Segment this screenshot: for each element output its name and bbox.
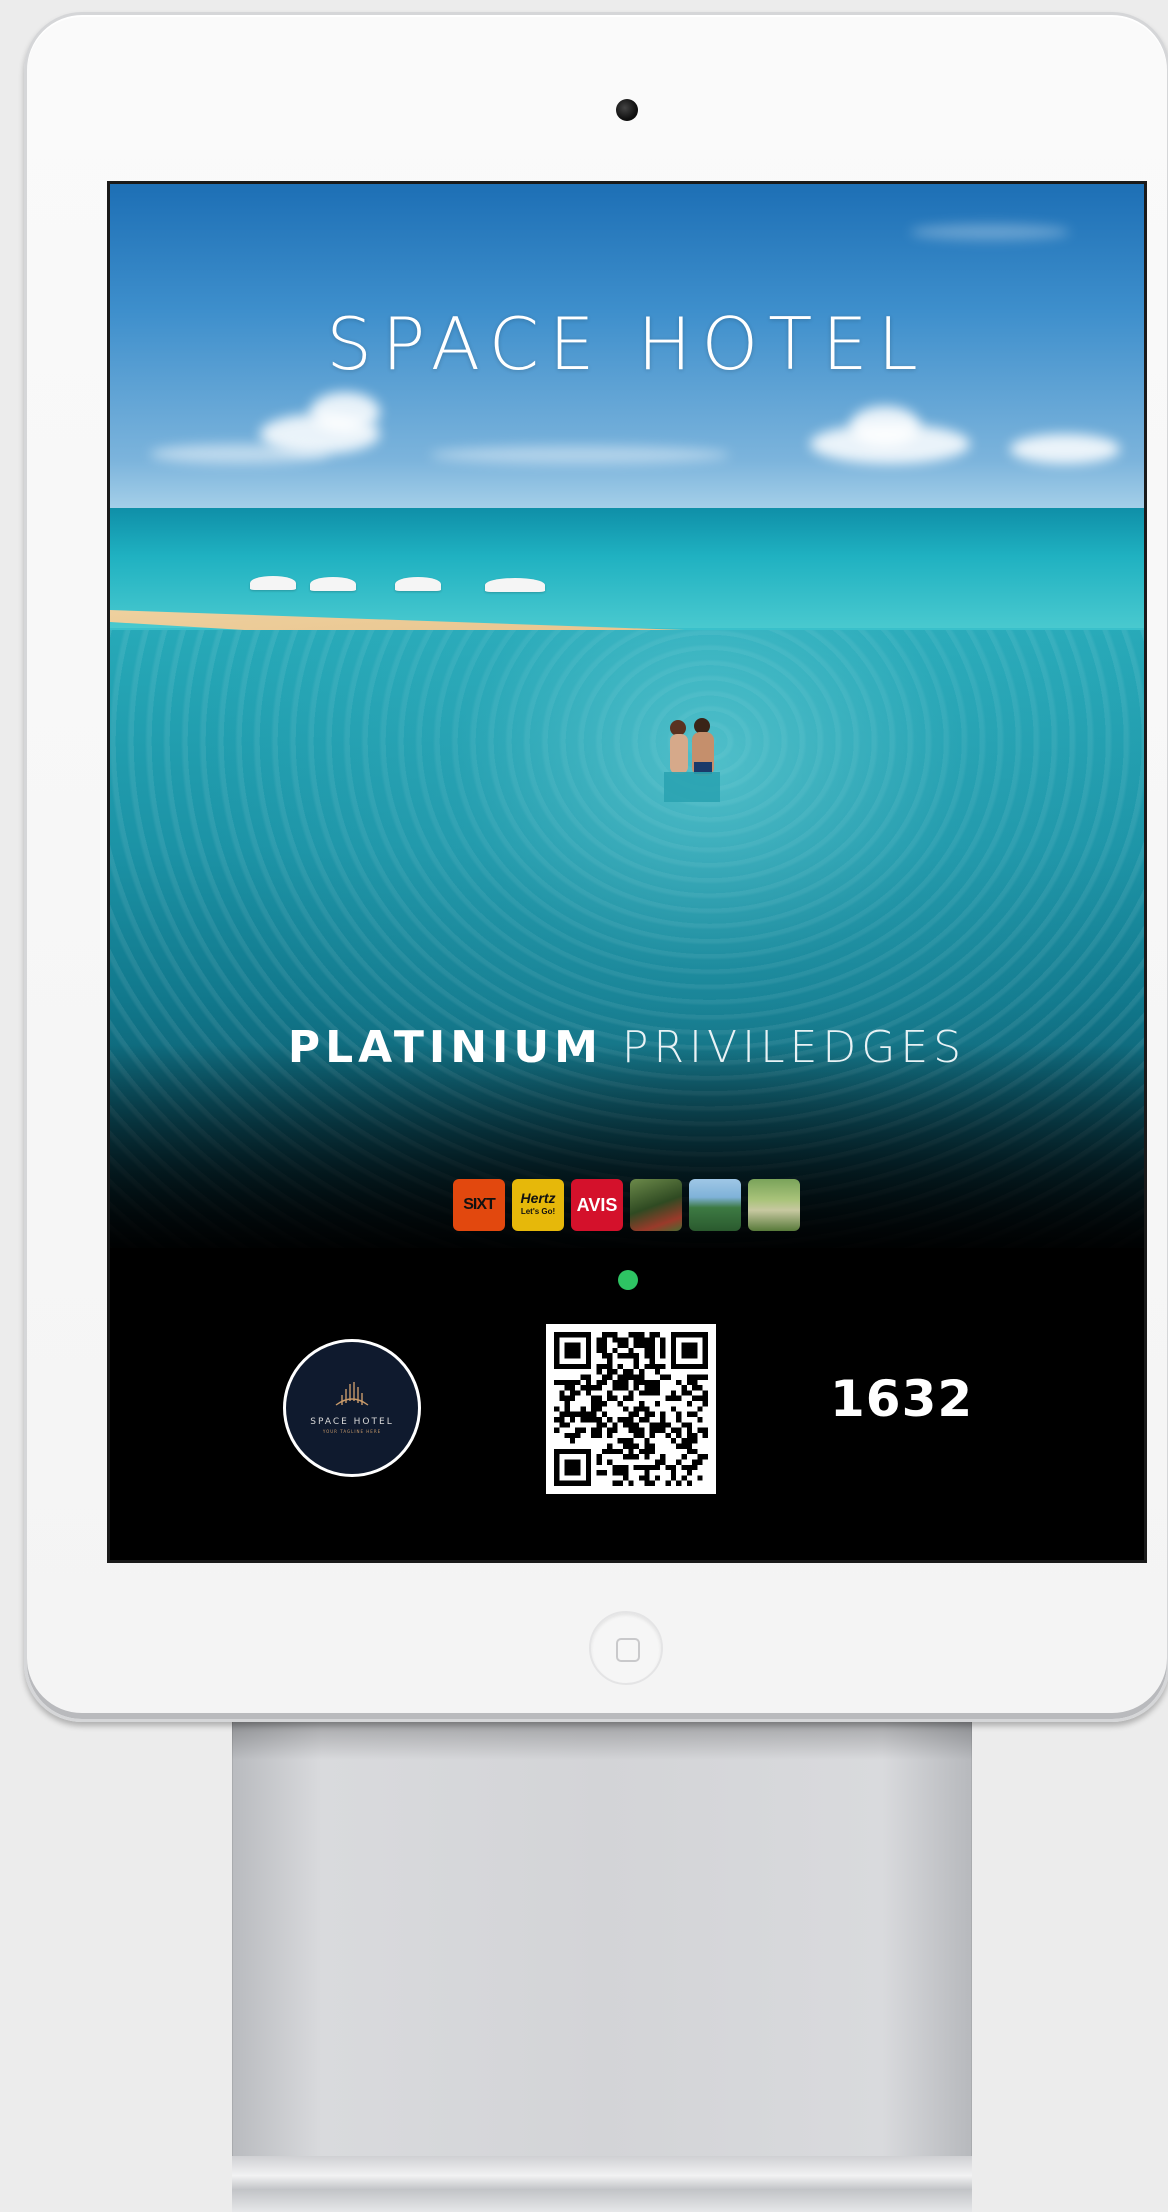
- stand-shadow: [232, 1720, 972, 1760]
- avis-label: AVIS: [576, 1194, 618, 1215]
- avis-logo[interactable]: AVIS: [571, 1179, 623, 1231]
- sixt-label: SIXT: [463, 1196, 496, 1213]
- waterfall-photo-icon[interactable]: [630, 1179, 682, 1231]
- hotel-title: SPACE HOTEL: [326, 302, 928, 386]
- home-square-icon: [616, 1638, 640, 1662]
- hertz-logo[interactable]: Hertz Let's Go!: [512, 1179, 564, 1231]
- qr-code[interactable]: [546, 1324, 716, 1494]
- tablet-device: SPACE HOTEL PLATINIUM PRIVILEDGES SIXT H…: [24, 12, 1168, 1722]
- kiosk-screen[interactable]: SPACE HOTEL PLATINIUM PRIVILEDGES SIXT H…: [107, 181, 1147, 1563]
- home-button[interactable]: [589, 1611, 663, 1685]
- bridge-photo-icon[interactable]: [748, 1179, 800, 1231]
- tagline-light: PRIVILEDGES: [621, 1022, 967, 1073]
- hero-photo: SPACE HOTEL PLATINIUM PRIVILEDGES SIXT H…: [110, 184, 1144, 1248]
- badge-hotel-name: SPACE HOTEL: [310, 1416, 394, 1427]
- badge-tagline: YOUR TAGLINE HERE: [322, 1428, 382, 1434]
- partner-logos: SIXT Hertz Let's Go! AVIS: [453, 1179, 800, 1233]
- couple-figure: [664, 718, 720, 802]
- tagline: PLATINIUM PRIVILEDGES: [110, 1022, 1144, 1073]
- hertz-sublabel: Let's Go!: [520, 1207, 556, 1216]
- stand-base: [232, 2156, 972, 2212]
- tagline-strong: PLATINIUM: [287, 1022, 603, 1073]
- volcano-photo-icon[interactable]: [689, 1179, 741, 1231]
- hotel-logo-badge: SPACE HOTEL YOUR TAGLINE HERE: [283, 1339, 421, 1477]
- sixt-logo[interactable]: SIXT: [453, 1179, 505, 1231]
- status-indicator: [618, 1270, 638, 1290]
- hertz-label: Hertz: [520, 1190, 556, 1206]
- qr-code-icon: [554, 1332, 708, 1486]
- hotel-building-icon: [335, 1381, 369, 1406]
- front-camera-icon: [616, 99, 638, 121]
- tablet-stand: [232, 1722, 972, 2212]
- room-code-number: 1632: [830, 1370, 974, 1428]
